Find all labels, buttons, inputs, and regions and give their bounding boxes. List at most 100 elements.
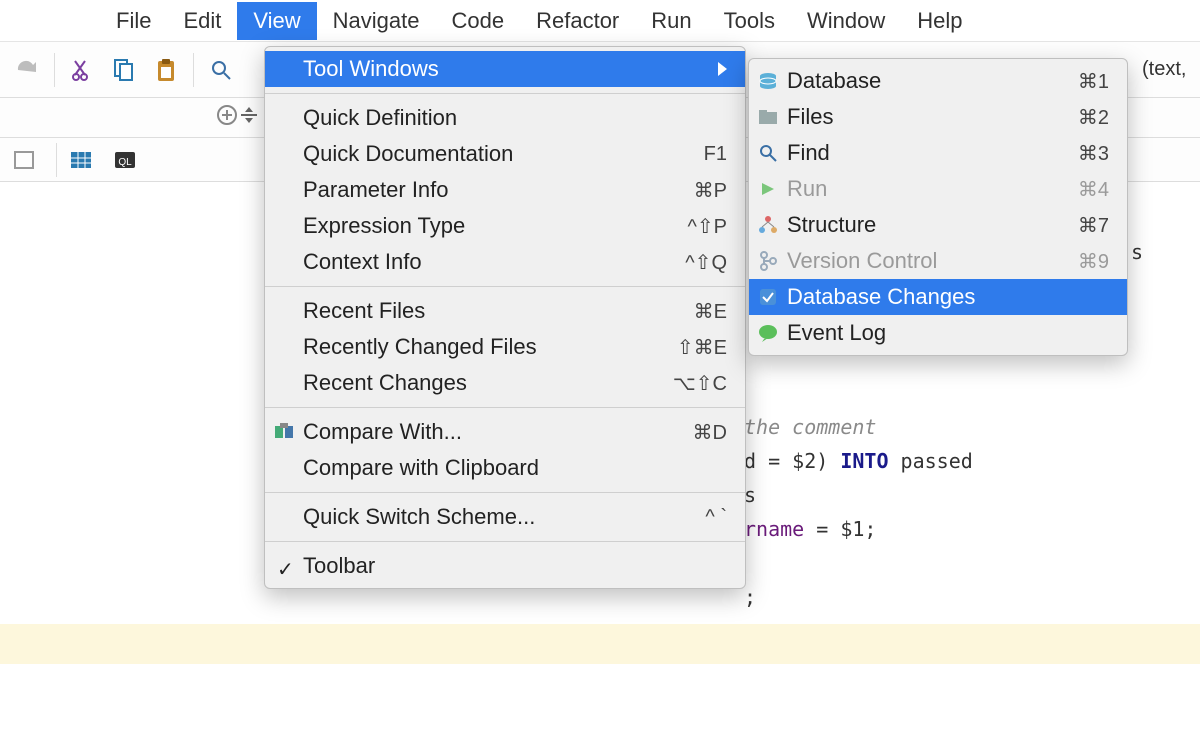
menuitem-context-info[interactable]: Context Info^⇧Q bbox=[265, 244, 745, 280]
menuitem-shortcut: F1 bbox=[704, 143, 727, 166]
menuitem-shortcut: ⌘E bbox=[694, 299, 727, 324]
submenu-version-control: Version Control⌘9 bbox=[749, 243, 1127, 279]
menuitem-shortcut: ⌘3 bbox=[1078, 141, 1109, 166]
menuitem-shortcut: ⌘P bbox=[694, 178, 727, 203]
menuitem-label: Expression Type bbox=[303, 213, 688, 239]
menuitem-label: Find bbox=[787, 140, 1078, 166]
menuitem-toolbar[interactable]: ✓ Toolbar bbox=[265, 548, 745, 584]
menuitem-recent-files[interactable]: Recent Files⌘E bbox=[265, 293, 745, 329]
menuitem-shortcut: ⌥⇧C bbox=[673, 371, 727, 396]
separator bbox=[193, 53, 194, 87]
menu-run[interactable]: Run bbox=[635, 2, 707, 40]
copy-icon[interactable] bbox=[107, 53, 141, 87]
submenu-arrow-icon bbox=[718, 62, 727, 76]
submenu-structure[interactable]: Structure⌘7 bbox=[749, 207, 1127, 243]
files-icon bbox=[757, 106, 779, 128]
tool-windows-submenu: Database⌘1 Files⌘2 Find⌘3 Run⌘4 Structur… bbox=[748, 58, 1128, 356]
menu-view[interactable]: View bbox=[237, 2, 316, 40]
code-comment: the comment bbox=[744, 415, 876, 439]
menu-separator bbox=[265, 93, 745, 94]
menuitem-tool-windows[interactable]: Tool Windows bbox=[265, 51, 745, 87]
menuitem-label: Recent Changes bbox=[303, 370, 673, 396]
menuitem-parameter-info[interactable]: Parameter Info⌘P bbox=[265, 172, 745, 208]
dbchanges-icon bbox=[757, 286, 779, 308]
view-menu-dropdown: Tool Windows Quick Definition Quick Docu… bbox=[264, 46, 746, 589]
menuitem-label: Database Changes bbox=[787, 284, 1109, 310]
separator bbox=[56, 143, 57, 177]
menuitem-label: Toolbar bbox=[303, 553, 727, 579]
code-text: = $1; bbox=[804, 517, 876, 541]
add-icon[interactable] bbox=[216, 104, 238, 132]
menuitem-shortcut: ^⇧Q bbox=[685, 250, 727, 275]
menuitem-label: Recent Files bbox=[303, 298, 694, 324]
menuitem-shortcut: ⌘1 bbox=[1078, 69, 1109, 94]
menuitem-label: Parameter Info bbox=[303, 177, 694, 203]
menuitem-recently-changed-files[interactable]: Recently Changed Files⇧⌘E bbox=[265, 329, 745, 365]
menuitem-shortcut: ⌘D bbox=[693, 420, 727, 445]
submenu-files[interactable]: Files⌘2 bbox=[749, 99, 1127, 135]
run-icon bbox=[757, 178, 779, 200]
menuitem-expression-type[interactable]: Expression Type^⇧P bbox=[265, 208, 745, 244]
split-icon[interactable] bbox=[238, 104, 260, 132]
menuitem-compare-with[interactable]: Compare With...⌘D bbox=[265, 414, 745, 450]
structure-icon bbox=[757, 214, 779, 236]
menu-navigate[interactable]: Navigate bbox=[317, 2, 436, 40]
menuitem-compare-with-clipboard[interactable]: Compare with Clipboard bbox=[265, 450, 745, 486]
menuitem-label: Files bbox=[787, 104, 1078, 130]
compare-icon bbox=[273, 421, 295, 443]
cut-icon[interactable] bbox=[65, 53, 99, 87]
submenu-database[interactable]: Database⌘1 bbox=[749, 63, 1127, 99]
sql-tab-icon[interactable]: QL bbox=[107, 142, 143, 178]
menuitem-label: Recently Changed Files bbox=[303, 334, 677, 360]
menu-window[interactable]: Window bbox=[791, 2, 901, 40]
menu-tools[interactable]: Tools bbox=[708, 2, 791, 40]
menu-refactor[interactable]: Refactor bbox=[520, 2, 635, 40]
menuitem-label: Tool Windows bbox=[303, 56, 710, 82]
menuitem-shortcut: ^ ` bbox=[705, 506, 727, 529]
table-tab-icon[interactable] bbox=[63, 142, 99, 178]
menu-code[interactable]: Code bbox=[436, 2, 521, 40]
menu-help[interactable]: Help bbox=[901, 2, 978, 40]
find-icon bbox=[757, 142, 779, 164]
redo-icon[interactable] bbox=[10, 53, 44, 87]
code-text: ; bbox=[744, 585, 756, 609]
menuitem-label: Structure bbox=[787, 212, 1078, 238]
search-icon[interactable] bbox=[204, 53, 238, 87]
menuitem-label: Version Control bbox=[787, 248, 1078, 274]
menuitem-shortcut: ⌘9 bbox=[1078, 249, 1109, 274]
eventlog-icon bbox=[757, 322, 779, 344]
menu-separator bbox=[265, 541, 745, 542]
empty-tab-icon[interactable] bbox=[6, 142, 42, 178]
menuitem-label: Compare With... bbox=[303, 419, 693, 445]
menuitem-label: Event Log bbox=[787, 320, 1109, 346]
database-icon bbox=[757, 70, 779, 92]
menu-separator bbox=[265, 407, 745, 408]
menuitem-quick-switch-scheme[interactable]: Quick Switch Scheme...^ ` bbox=[265, 499, 745, 535]
menuitem-label: Quick Documentation bbox=[303, 141, 704, 167]
code-column: rname bbox=[744, 517, 804, 541]
submenu-event-log[interactable]: Event Log bbox=[749, 315, 1127, 351]
menu-edit[interactable]: Edit bbox=[167, 2, 237, 40]
check-icon: ✓ bbox=[277, 557, 294, 582]
menuitem-quick-documentation[interactable]: Quick DocumentationF1 bbox=[265, 136, 745, 172]
highlight-band bbox=[0, 624, 1200, 664]
menuitem-label: Quick Switch Scheme... bbox=[303, 504, 705, 530]
menuitem-label: Database bbox=[787, 68, 1078, 94]
submenu-database-changes[interactable]: Database Changes bbox=[749, 279, 1127, 315]
paste-icon[interactable] bbox=[149, 53, 183, 87]
menuitem-quick-definition[interactable]: Quick Definition bbox=[265, 100, 745, 136]
breadcrumb-tail: (text, bbox=[1142, 58, 1186, 81]
menuitem-shortcut: ⇧⌘E bbox=[677, 335, 727, 360]
menu-file[interactable]: File bbox=[100, 2, 167, 40]
menuitem-shortcut: ⌘2 bbox=[1078, 105, 1109, 130]
menuitem-shortcut: ⌘7 bbox=[1078, 213, 1109, 238]
code-keyword: INTO bbox=[840, 449, 888, 473]
menu-separator bbox=[265, 492, 745, 493]
menubar: File Edit View Navigate Code Refactor Ru… bbox=[0, 0, 1200, 42]
submenu-find[interactable]: Find⌘3 bbox=[749, 135, 1127, 171]
tabbar-trailing-text: s bbox=[1131, 240, 1143, 264]
menuitem-recent-changes[interactable]: Recent Changes⌥⇧C bbox=[265, 365, 745, 401]
vcs-icon bbox=[757, 250, 779, 272]
menuitem-shortcut: ⌘4 bbox=[1078, 177, 1109, 202]
menuitem-shortcut: ^⇧P bbox=[688, 214, 727, 239]
